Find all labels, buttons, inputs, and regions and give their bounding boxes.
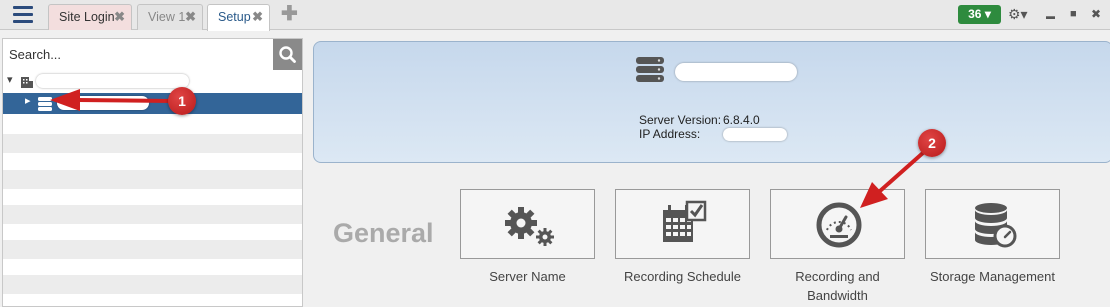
- callout-badge-1: 1: [168, 87, 196, 115]
- app-window: Site Login ✖ View 1 ✖ Setup ✖ ✚ 36 ▾ ⚙▾ …: [0, 0, 1110, 307]
- callout-badge-2: 2: [918, 129, 946, 157]
- annotation-arrow-1: [50, 89, 173, 111]
- annotation-arrow-2: [860, 150, 926, 208]
- annotation-overlay: [50, 89, 926, 208]
